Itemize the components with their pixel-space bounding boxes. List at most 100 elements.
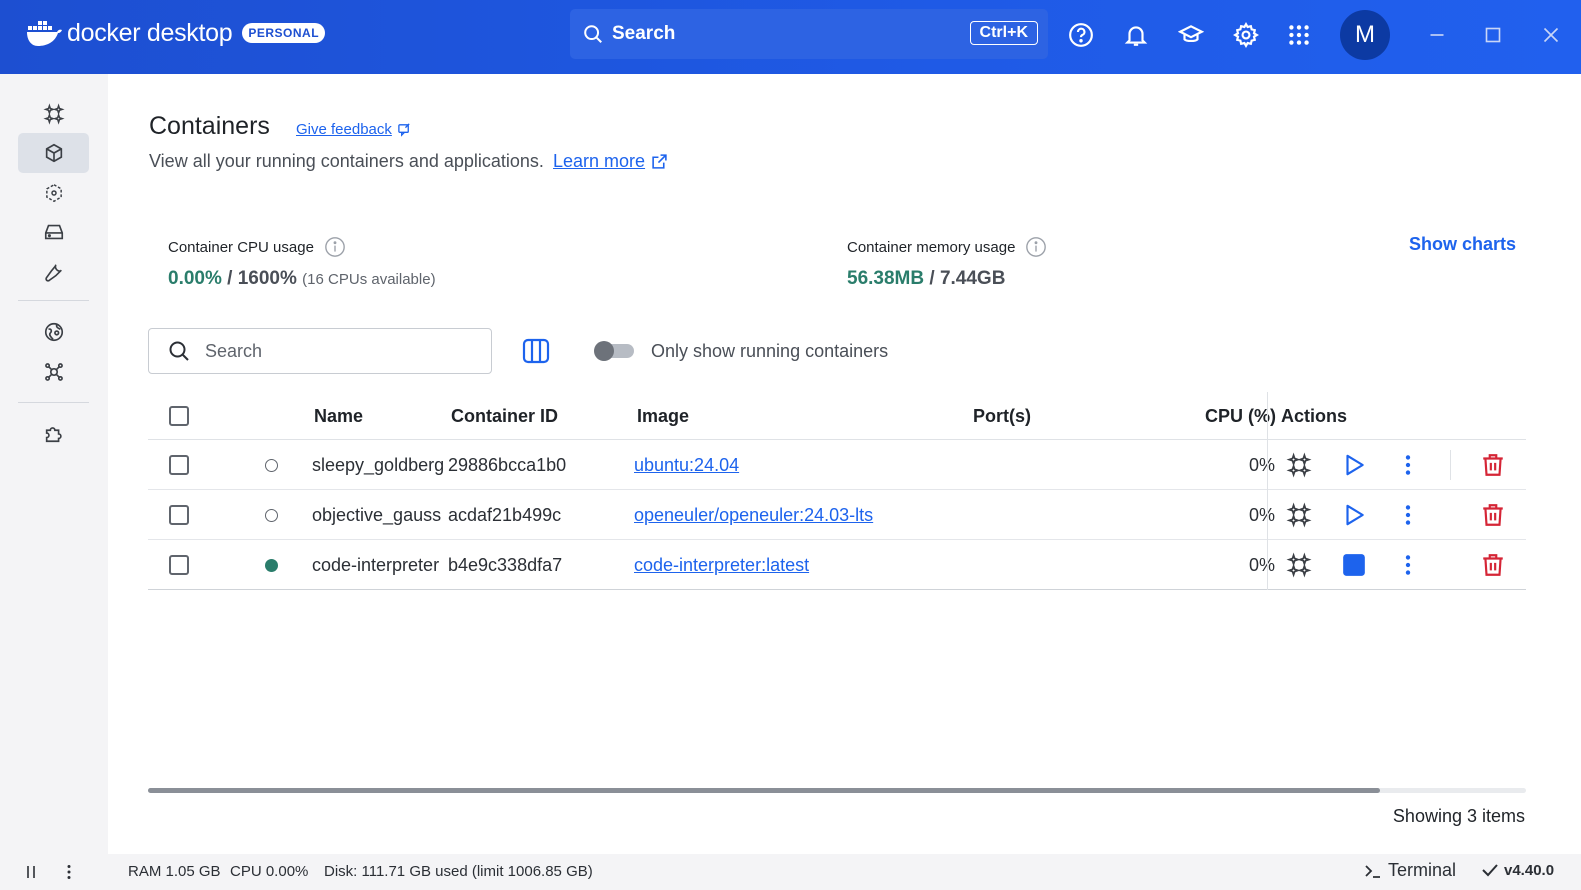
header-cpu[interactable]: CPU (%) <box>1205 406 1276 427</box>
give-feedback-link[interactable]: Give feedback <box>296 121 412 138</box>
table-row[interactable]: code-interpreter b4e9c338dfa7 code-inter… <box>148 540 1526 590</box>
stop-square-icon[interactable] <box>1341 552 1367 578</box>
version-status[interactable]: v4.40.0 <box>1481 861 1554 879</box>
notifications-bell-icon[interactable] <box>1123 22 1149 48</box>
header-image[interactable]: Image <box>637 406 689 427</box>
more-options-icon[interactable] <box>1395 502 1421 528</box>
container-image-link[interactable]: code-interpreter:latest <box>634 555 809 576</box>
container-id[interactable]: acdaf21b499c <box>448 505 561 526</box>
apps-grid-icon[interactable] <box>1286 22 1312 48</box>
container-id[interactable]: b4e9c338dfa7 <box>448 555 562 576</box>
docker-hub-icon <box>44 322 63 342</box>
info-icon[interactable] <box>1025 236 1047 258</box>
start-play-icon[interactable] <box>1341 452 1367 478</box>
header-container-id[interactable]: Container ID <box>451 406 558 427</box>
scrollbar-thumb[interactable] <box>148 788 1380 793</box>
delete-trash-icon[interactable] <box>1480 502 1506 528</box>
container-id[interactable]: 29886bcca1b0 <box>448 455 566 476</box>
settings-gear-icon[interactable] <box>1233 22 1259 48</box>
memory-usage-value: 56.38MB / 7.44GB <box>847 268 1005 290</box>
table-row[interactable]: sleepy_goldberg 29886bcca1b0 ubuntu:24.0… <box>148 440 1526 490</box>
info-icon[interactable] <box>324 236 346 258</box>
horizontal-scrollbar[interactable] <box>148 788 1526 793</box>
engine-paused-icon[interactable] <box>22 863 40 881</box>
scout-icon <box>44 363 63 381</box>
sidebar-divider <box>18 402 89 403</box>
container-image-link[interactable]: openeuler/openeuler:24.03-lts <box>634 505 873 526</box>
minimize-window-icon[interactable] <box>1424 22 1450 48</box>
ram-usage: RAM 1.05 GB <box>128 863 221 880</box>
start-play-icon[interactable] <box>1341 502 1367 528</box>
header-ports[interactable]: Port(s) <box>973 406 1031 427</box>
memory-total: 7.44GB <box>939 268 1006 289</box>
memory-used: 56.38MB <box>847 268 925 289</box>
cpu-used: 0.00% <box>168 268 222 289</box>
table-row[interactable]: objective_gauss acdaf21b499c openeuler/o… <box>148 490 1526 540</box>
container-cpu: 0% <box>1249 555 1276 575</box>
items-count: Showing 3 items <box>1392 806 1525 826</box>
close-window-icon[interactable] <box>1538 22 1564 48</box>
ask-gordon-ai-icon[interactable] <box>1286 452 1312 478</box>
toggle-knob <box>594 341 614 361</box>
container-search-input[interactable] <box>205 340 475 362</box>
running-only-toggle[interactable] <box>594 341 634 361</box>
sidebar-item-ai[interactable] <box>18 94 89 134</box>
learning-center-icon[interactable] <box>1178 22 1204 48</box>
sidebar-item-docker-hub[interactable] <box>18 312 89 352</box>
main-content: Containers Give feedback View all your r… <box>108 74 1581 854</box>
top-bar: docker desktop PERSONAL Search Ctrl+K M <box>0 0 1581 74</box>
memory-usage-label: Container memory usage <box>847 236 1047 258</box>
learn-more-link[interactable]: Learn more <box>553 151 668 172</box>
maximize-window-icon[interactable] <box>1480 22 1506 48</box>
sidebar-item-containers[interactable] <box>18 133 89 173</box>
more-options-icon[interactable] <box>1395 552 1421 578</box>
plan-badge[interactable]: PERSONAL <box>242 23 326 43</box>
sidebar-item-volumes[interactable] <box>18 212 89 252</box>
header-name[interactable]: Name <box>314 406 363 427</box>
terminal-button[interactable]: Terminal <box>1364 860 1456 881</box>
sidebar-item-builds[interactable] <box>18 252 89 292</box>
status-indicator-running <box>265 559 278 572</box>
ask-gordon-ai-icon[interactable] <box>1286 502 1312 528</box>
sidebar-item-images[interactable] <box>18 173 89 213</box>
docker-logo[interactable]: docker desktop PERSONAL <box>27 18 326 48</box>
give-feedback-label: Give feedback <box>296 121 392 138</box>
more-options-icon[interactable] <box>60 863 78 881</box>
row-checkbox[interactable] <box>169 505 189 525</box>
cpu-usage-label-text: Container CPU usage <box>168 238 314 256</box>
page-title: Containers <box>149 112 270 140</box>
row-checkbox[interactable] <box>169 455 189 475</box>
container-name[interactable]: code-interpreter <box>312 555 439 576</box>
cpu-usage-label: Container CPU usage <box>168 236 346 258</box>
memory-separator: / <box>929 268 935 289</box>
columns-toggle-icon[interactable] <box>522 337 550 365</box>
show-charts-button[interactable]: Show charts <box>1409 234 1516 255</box>
container-name[interactable]: sleepy_goldberg <box>312 455 444 476</box>
builds-icon <box>44 264 62 282</box>
brand-name: docker desktop <box>67 18 233 47</box>
docker-whale-icon <box>27 21 62 46</box>
user-avatar[interactable]: M <box>1340 10 1390 60</box>
select-all-checkbox[interactable] <box>169 406 189 426</box>
terminal-label: Terminal <box>1388 860 1457 880</box>
global-search-button[interactable]: Search Ctrl+K <box>570 9 1048 59</box>
global-search-label: Search <box>612 23 676 44</box>
more-options-icon[interactable] <box>1395 452 1421 478</box>
ask-gordon-ai-icon[interactable] <box>1286 552 1312 578</box>
help-icon[interactable] <box>1068 22 1094 48</box>
sidebar-item-extensions[interactable] <box>18 413 89 453</box>
container-image-link[interactable]: ubuntu:24.04 <box>634 455 739 476</box>
images-icon <box>45 183 62 203</box>
cpu-usage: CPU 0.00% <box>230 863 309 880</box>
terminal-icon <box>1365 864 1380 878</box>
delete-trash-icon[interactable] <box>1480 452 1506 478</box>
row-checkbox[interactable] <box>169 555 189 575</box>
container-name[interactable]: objective_gauss <box>312 505 441 526</box>
app-version: v4.40.0 <box>1504 861 1555 879</box>
running-only-label: Only show running containers <box>651 341 889 361</box>
ai-sparkle-icon <box>42 103 65 125</box>
cpu-available: (16 CPUs available) <box>302 271 436 288</box>
delete-trash-icon[interactable] <box>1480 552 1506 578</box>
container-search-box[interactable] <box>148 328 492 374</box>
sidebar-item-scout[interactable] <box>18 352 89 392</box>
